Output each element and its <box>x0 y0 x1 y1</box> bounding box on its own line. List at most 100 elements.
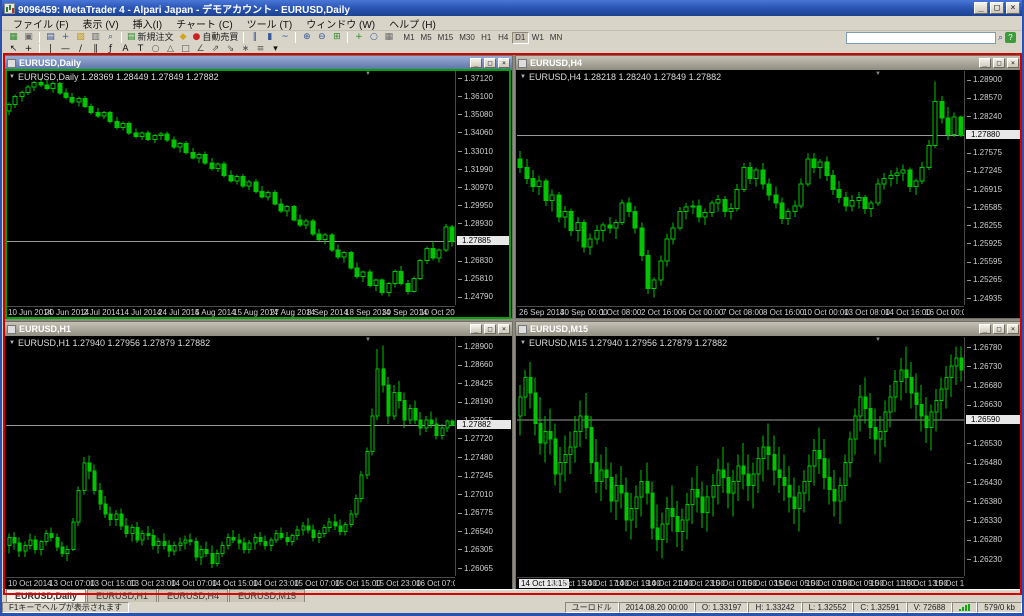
close-button[interactable]: × <box>1007 58 1019 68</box>
toolbar-drawing: ↖+|—∕∥ƒAT○△□∠⇗⇘∗≡▾ <box>2 44 1022 55</box>
maximize-button[interactable]: □ <box>484 324 496 334</box>
menu-item-insert[interactable]: 挿入(I) <box>126 15 169 32</box>
timeframe-d1-button[interactable]: D1 <box>512 32 529 44</box>
chart-title-bar[interactable]: EURUSD,Daily _□× <box>5 56 512 70</box>
tile-windows-button[interactable]: ⊞ <box>329 31 344 44</box>
status-symbol: ユーロドル <box>565 602 619 613</box>
indicators-button[interactable]: + <box>351 31 366 44</box>
candlestick-plot[interactable]: ▼ <box>517 337 964 576</box>
time-axis[interactable]: 26 Sep 201430 Sep 00:001 Oct 08:002 Oct … <box>517 306 964 318</box>
close-button[interactable]: × <box>1007 324 1019 334</box>
menu-item-chart[interactable]: チャート (C) <box>169 15 240 32</box>
minimize-button[interactable]: _ <box>979 58 991 68</box>
menu-item-view[interactable]: 表示 (V) <box>76 15 126 32</box>
chart-ohlc-info: ▼ EURUSD,M15 1.27940 1.27956 1.27879 1.2… <box>520 338 727 348</box>
templates-button[interactable]: ▦ <box>381 31 396 44</box>
candlestick-plot[interactable]: ▼ <box>6 337 455 576</box>
timeframe-h4-button[interactable]: H4 <box>495 32 512 44</box>
chart-window-eurusd-h1[interactable]: EURUSD,H1 _□× ▼ EURUSD,H1 1.27940 1.2795… <box>4 321 513 590</box>
help-icon[interactable]: ? <box>1005 32 1016 43</box>
minimize-button[interactable]: _ <box>470 324 482 334</box>
chart-body[interactable]: ▼ EURUSD,Daily 1.28369 1.28449 1.27849 1… <box>5 70 512 318</box>
chevron-down-icon[interactable]: ▼ <box>520 340 526 346</box>
minimize-button[interactable]: _ <box>470 58 482 68</box>
timeframe-m15-button[interactable]: M15 <box>435 32 457 44</box>
chart-body[interactable]: ▼ EURUSD,H4 1.28218 1.28240 1.27849 1.27… <box>516 70 1021 318</box>
maximize-button[interactable]: □ <box>993 324 1005 334</box>
chart-body[interactable]: ▼ EURUSD,H1 1.27940 1.27956 1.27879 1.27… <box>5 336 512 589</box>
timeframe-group: M1M5M15M30H1H4D1W1MN <box>400 32 565 44</box>
ohlc-values: EURUSD,H1 1.27940 1.27956 1.27879 1.2788… <box>18 338 210 348</box>
chart-window-controls: _□× <box>470 324 510 334</box>
candlestick-plot[interactable]: ▼ <box>6 71 455 305</box>
price-axis[interactable]: 1.289001.286601.284251.281901.279551.277… <box>455 337 512 576</box>
time-axis[interactable]: 14 Oct 13:1514 Oct 15:0014 Oct 17:0014 O… <box>517 577 964 589</box>
timeframe-m5-button[interactable]: M5 <box>418 32 435 44</box>
chart-title-bar[interactable]: EURUSD,M15 _□× <box>516 322 1021 336</box>
price-tick: 1.37120 <box>458 74 493 83</box>
current-bid-label: 1.27880 <box>966 130 1020 139</box>
price-tick: 1.28900 <box>967 75 1002 84</box>
chart-window-eurusd-h4[interactable]: EURUSD,H4 _□× ▼ EURUSD,H4 1.28218 1.2824… <box>515 55 1022 319</box>
price-tick: 1.28190 <box>458 397 493 406</box>
timeframe-mn-button[interactable]: MN <box>547 32 565 44</box>
tab-eurusd-h1[interactable]: EURUSD,H1 <box>87 589 157 602</box>
price-tick: 1.26380 <box>967 497 1002 506</box>
time-tick: 24 Jul 2014 <box>158 308 199 317</box>
price-tick: 1.27245 <box>458 471 493 480</box>
maximize-button[interactable]: □ <box>484 58 496 68</box>
time-tick: 14 Oct 07:00 <box>171 579 217 588</box>
price-tick: 1.24790 <box>458 292 493 301</box>
price-axis[interactable]: 1.267801.267301.266801.266301.265301.264… <box>964 337 1021 576</box>
close-button[interactable]: × <box>498 324 510 334</box>
maximize-button[interactable]: □ <box>990 2 1004 14</box>
price-tick: 1.26255 <box>967 221 1002 230</box>
status-open: O: 1.33197 <box>695 602 749 613</box>
tab-eurusd-h4[interactable]: EURUSD,H4 <box>158 589 228 602</box>
menu-item-tools[interactable]: ツール (T) <box>240 15 300 32</box>
chart-window-controls: _□× <box>979 58 1019 68</box>
price-tick: 1.28570 <box>967 93 1002 102</box>
toolbar-separator <box>295 32 296 43</box>
time-tick: 13 Oct 07:00 <box>49 579 95 588</box>
close-button[interactable]: × <box>498 58 510 68</box>
time-axis[interactable]: 10 Jun 201420 Jun 20142 Jul 201414 Jul 2… <box>6 306 455 318</box>
price-axis[interactable]: 1.289001.285701.282401.275751.272451.269… <box>964 71 1021 305</box>
timeframe-h1-button[interactable]: H1 <box>478 32 495 44</box>
tab-eurusd-m15[interactable]: EURUSD,M15 <box>229 589 305 602</box>
price-axis[interactable]: 1.371201.361001.350801.340601.330101.319… <box>455 71 512 305</box>
navigator-button-icon: ▨ <box>76 32 85 43</box>
periods-button-icon: ○ <box>370 32 378 43</box>
periods-button[interactable]: ○ <box>366 31 381 44</box>
timeframe-m30-button[interactable]: M30 <box>456 32 478 44</box>
chart-title-bar[interactable]: EURUSD,H4 _□× <box>516 56 1021 70</box>
menu-item-window[interactable]: ウィンドウ (W) <box>299 15 382 32</box>
chart-body[interactable]: ▼ EURUSD,M15 1.27940 1.27956 1.27879 1.2… <box>516 336 1021 589</box>
zoom-out-button[interactable]: ⊖ <box>314 31 329 44</box>
price-tick: 1.25810 <box>458 274 493 283</box>
chevron-down-icon[interactable]: ▼ <box>9 340 15 346</box>
candlestick-plot[interactable]: ▼ <box>517 71 964 305</box>
zoom-in-button[interactable]: ⊕ <box>299 31 314 44</box>
search-icon[interactable]: ⌕ <box>998 32 1003 43</box>
chevron-down-icon[interactable]: ▼ <box>520 74 526 80</box>
minimize-button[interactable]: _ <box>974 2 988 14</box>
search-input[interactable] <box>846 32 996 44</box>
chart-title-bar[interactable]: EURUSD,H1 _□× <box>5 322 512 336</box>
timeframe-m1-button[interactable]: M1 <box>400 32 417 44</box>
timeframe-w1-button[interactable]: W1 <box>529 32 547 44</box>
minimize-button[interactable]: _ <box>979 324 991 334</box>
chart-shift-marker-icon: ▼ <box>365 337 371 343</box>
maximize-button[interactable]: □ <box>993 58 1005 68</box>
connection-icon <box>959 604 970 611</box>
menu-item-file[interactable]: ファイル (F) <box>6 15 76 32</box>
tab-eurusd-daily[interactable]: EURUSD,Daily <box>6 589 86 602</box>
menu-item-help[interactable]: ヘルプ (H) <box>382 15 443 32</box>
time-axis[interactable]: 10 Oct 201413 Oct 07:0013 Oct 15:0013 Oc… <box>6 577 455 589</box>
close-button[interactable]: × <box>1006 2 1020 14</box>
chevron-down-icon[interactable]: ▼ <box>9 74 15 80</box>
chart-window-eurusd-m15[interactable]: EURUSD,M15 _□× ▼ EURUSD,M15 1.27940 1.27… <box>515 321 1022 590</box>
new-order-button-label: 新規注文 <box>138 32 174 43</box>
time-tick: 14 Oct 15:00 <box>212 579 258 588</box>
chart-window-eurusd-daily[interactable]: EURUSD,Daily _□× ▼ EURUSD,Daily 1.28369 … <box>4 55 513 319</box>
